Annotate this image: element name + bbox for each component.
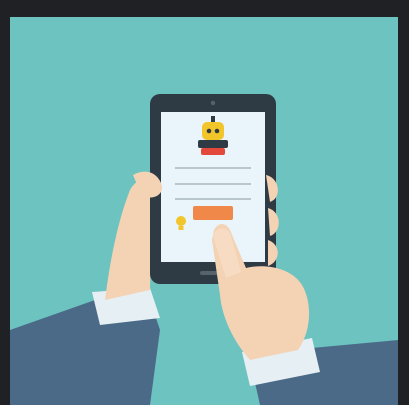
username-field bbox=[175, 167, 251, 169]
hint-line bbox=[175, 198, 251, 200]
smartphone bbox=[150, 94, 276, 284]
phone-camera bbox=[210, 100, 216, 106]
login-button[interactable] bbox=[193, 206, 233, 220]
illustration-scene bbox=[0, 0, 409, 405]
password-field bbox=[175, 183, 251, 185]
